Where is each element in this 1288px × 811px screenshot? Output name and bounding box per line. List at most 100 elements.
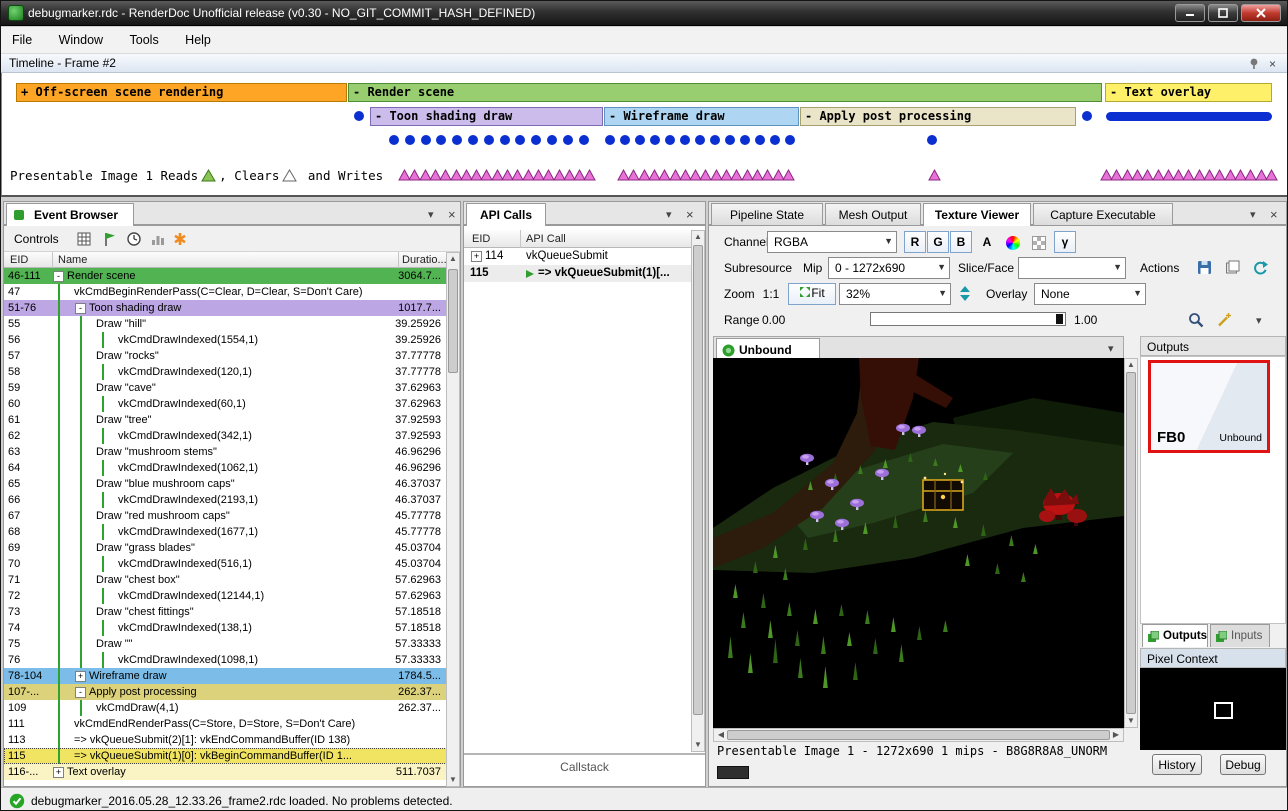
expander-icon[interactable]: + [53,767,64,778]
draw-event-dot[interactable] [1082,111,1092,121]
menu-tools[interactable]: Tools [119,27,170,54]
event-row[interactable]: 76vkCmdDrawIndexed(1098,1)57.33333 [4,652,447,668]
open-texture-list-button[interactable] [1220,257,1244,279]
event-row[interactable]: 62vkCmdDrawIndexed(342,1)37.92593 [4,428,447,444]
event-row[interactable]: 47vkCmdBeginRenderPass(C=Clear, D=Clear,… [4,284,447,300]
event-row[interactable]: 59Draw "cave"37.62963 [4,380,447,396]
draw-event-dot[interactable] [680,135,690,145]
timeline-panel[interactable]: + Off-screen scene rendering - Render sc… [1,73,1288,197]
event-row[interactable]: 71Draw "chest box"57.62963 [4,572,447,588]
event-row[interactable]: 109vkCmdDraw(4,1)262.37... [4,700,447,716]
zoom-fit-button[interactable]: Fit [788,283,836,305]
draw-event-dot[interactable] [755,135,765,145]
draw-event-dot[interactable] [531,135,541,145]
tab-api-calls[interactable]: API Calls [466,203,546,226]
range-slider-handle[interactable] [1056,314,1063,324]
tab-event-browser[interactable]: Event Browser [6,203,134,226]
menu-help[interactable]: Help [174,27,222,54]
api-close-icon[interactable]: × [686,207,694,222]
event-row[interactable]: 70vkCmdDrawIndexed(516,1)45.03704 [4,556,447,572]
texture-tab-menu-icon[interactable]: ▾ [1108,342,1114,355]
minimize-button[interactable] [1175,4,1205,22]
scroll-down-icon[interactable]: ▼ [1125,715,1137,727]
expander-icon[interactable]: + [471,251,482,262]
draw-event-dot[interactable] [579,135,589,145]
draw-event-dot[interactable] [468,135,478,145]
event-row[interactable]: 67Draw "red mushroom caps"45.77778 [4,508,447,524]
draw-event-dot[interactable] [650,135,660,145]
expander-icon[interactable]: - [75,687,86,698]
event-row[interactable]: 75Draw ""57.33333 [4,636,447,652]
event-row[interactable]: 116-...+Text overlay511.7037 [4,764,447,780]
event-row[interactable]: 56vkCmdDrawIndexed(1554,1)39.25926 [4,332,447,348]
draw-event-dot[interactable] [605,135,615,145]
time-draws-icon[interactable] [126,231,142,247]
event-row[interactable]: 65Draw "blue mushroom caps"46.37037 [4,476,447,492]
tab-pipeline-state[interactable]: Pipeline State [711,203,823,225]
draw-event-dot[interactable] [635,135,645,145]
draw-event-dot[interactable] [725,135,735,145]
tab-texture-viewer[interactable]: Texture Viewer [923,203,1031,226]
statistics-icon[interactable] [150,231,166,247]
checkerboard-button[interactable] [1028,231,1050,253]
scroll-left-icon[interactable]: ◀ [716,729,726,741]
draw-event-dot[interactable] [770,135,780,145]
draw-event-dot[interactable] [436,135,446,145]
colorwheel-button[interactable] [1002,231,1024,253]
image-write-triangle[interactable] [583,169,596,181]
event-row[interactable]: 57Draw "rocks"37.77778 [4,348,447,364]
event-row[interactable]: 55Draw "hill"39.25926 [4,316,447,332]
col-duration[interactable]: Duratio... [402,254,447,266]
draw-event-dot[interactable] [620,135,630,145]
tab-capture-executable[interactable]: Capture Executable [1033,203,1173,225]
alpha-channel-toggle[interactable]: A [976,231,998,253]
draw-event-dot[interactable] [665,135,675,145]
scroll-up-icon[interactable]: ▲ [692,231,704,243]
event-row[interactable]: 72vkCmdDrawIndexed(12144,1)57.62963 [4,588,447,604]
event-row[interactable]: 74vkCmdDrawIndexed(138,1)57.18518 [4,620,447,636]
scrollbar-thumb[interactable] [693,245,703,715]
api-tab-menu-icon[interactable]: ▾ [666,208,672,221]
draw-event-dot[interactable] [500,135,510,145]
image-write-triangle[interactable] [782,169,795,181]
tab-outputs[interactable]: Outputs [1142,624,1208,647]
red-channel-toggle[interactable]: R [904,231,926,253]
right-close-icon[interactable]: × [1270,207,1278,222]
api-call-row[interactable]: +114vkQueueSubmit [464,248,692,265]
scroll-up-icon[interactable]: ▲ [1125,359,1137,371]
event-row[interactable]: 60vkCmdDrawIndexed(60,1)37.62963 [4,396,447,412]
draw-event-dot[interactable] [563,135,573,145]
right-tab-menu-icon[interactable]: ▾ [1250,208,1256,221]
draw-event-dot[interactable] [927,135,937,145]
draw-event-dot[interactable] [710,135,720,145]
event-row[interactable]: 46-111-Render scene3064.7... [4,268,447,284]
gamma-toggle[interactable]: γ [1054,231,1076,253]
jump-flag-icon[interactable] [102,231,118,247]
col-eid[interactable]: EID [472,233,490,245]
scroll-right-icon[interactable]: ▶ [1111,729,1121,741]
scrollbar-thumb[interactable] [1126,372,1136,714]
eb-vertical-scrollbar[interactable]: ▲ ▼ [446,252,460,787]
event-row[interactable]: 66vkCmdDrawIndexed(2193,1)46.37037 [4,492,447,508]
draw-event-dot[interactable] [547,135,557,145]
tab-mesh-output[interactable]: Mesh Output [825,203,921,225]
flip-y-button[interactable] [955,283,975,305]
bookmark-icon[interactable] [172,231,188,247]
image-write-triangle[interactable] [928,169,941,181]
event-row[interactable]: 113=> vkQueueSubmit(2)[1]: vkEndCommandB… [4,732,447,748]
draw-event-dot[interactable] [389,135,399,145]
mip-select[interactable]: 0 - 1272x690▼ [828,257,950,279]
overlay-select[interactable]: None▼ [1034,283,1146,305]
timeline-close-icon[interactable]: × [1269,57,1276,71]
autofit-range-button[interactable] [1212,309,1236,331]
channels-select[interactable]: RGBA▼ [767,231,897,253]
save-texture-button[interactable] [1192,257,1216,279]
image-write-triangle[interactable] [1265,169,1278,181]
close-button[interactable] [1241,4,1281,22]
select-columns-icon[interactable] [76,231,92,247]
zoom-range-button[interactable] [1184,309,1208,331]
zoom-1-1-button[interactable]: 1:1 [757,283,785,305]
expander-icon[interactable]: - [75,303,86,314]
texture-horizontal-scrollbar[interactable]: ◀ ▶ [713,728,1124,742]
draw-event-dot[interactable] [405,135,415,145]
